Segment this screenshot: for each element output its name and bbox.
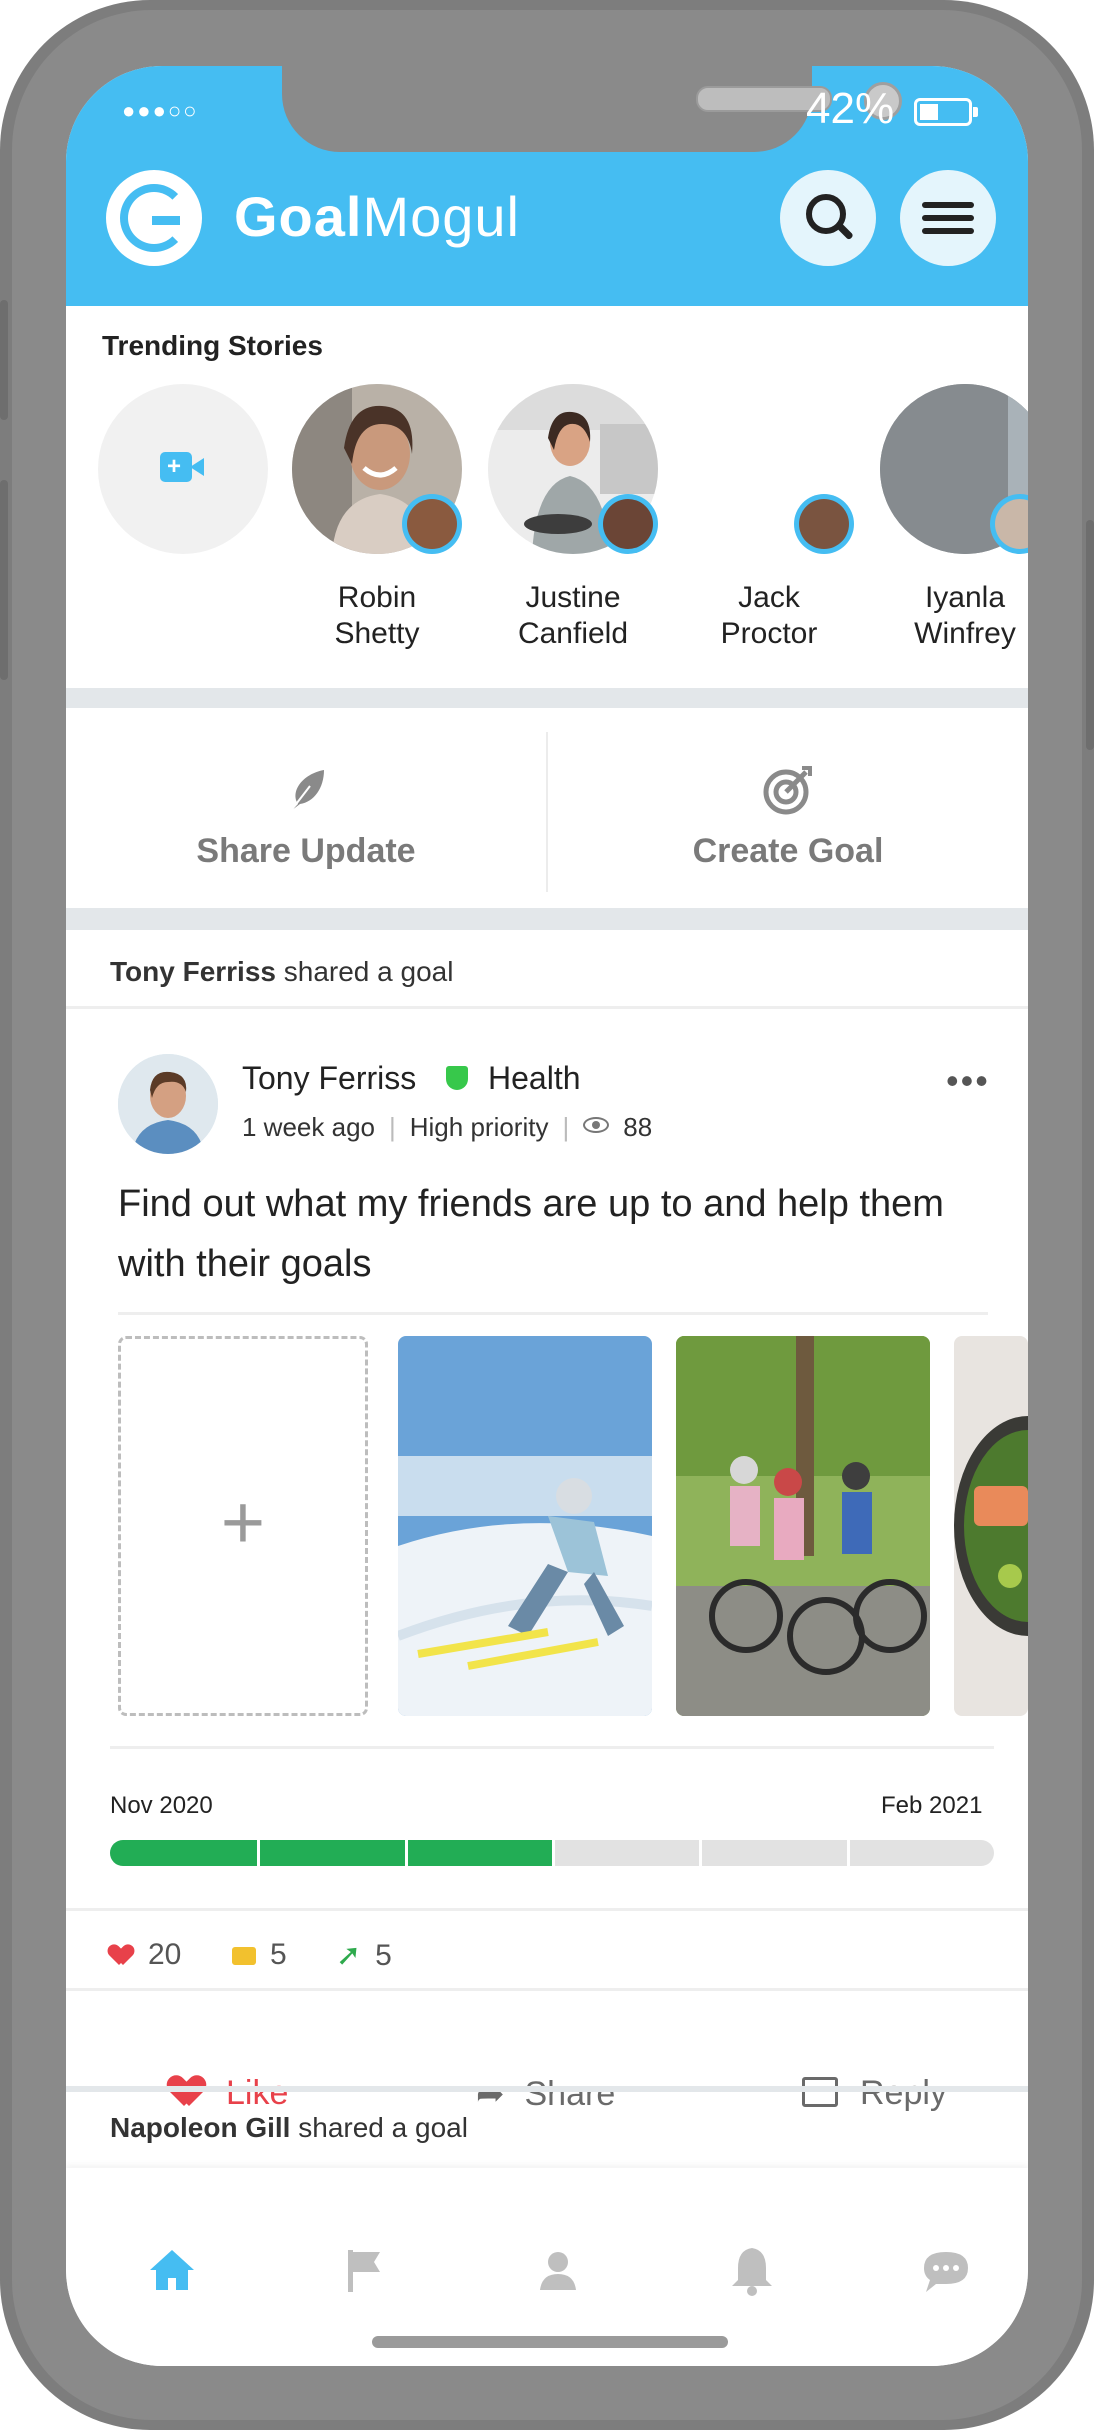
power-button [1086, 520, 1094, 750]
reply-button[interactable]: Reply [802, 2074, 947, 2113]
reply-icon [802, 2077, 838, 2107]
story-avatar-badge [402, 494, 462, 554]
progress-segment-divider [552, 1840, 555, 1866]
media-cycling-photo[interactable] [676, 1336, 930, 1716]
chat-icon[interactable] [916, 2240, 976, 2300]
progress-segment-divider [257, 1840, 261, 1866]
post-category: Health [488, 1060, 581, 1096]
share-update-button[interactable]: Share Update [66, 708, 546, 908]
battery-icon [914, 98, 978, 126]
view-count: 88 [623, 1112, 653, 1142]
home-indicator [372, 2336, 728, 2348]
add-media-button[interactable]: + [118, 1336, 368, 1716]
brand-name: GoalMogul [234, 185, 520, 248]
section-divider [66, 2086, 1028, 2092]
home-icon[interactable] [142, 2240, 202, 2300]
volume-button [0, 480, 8, 680]
goal-end-date: Feb 2021 [881, 1792, 983, 1819]
divider-line [66, 1006, 1028, 1009]
create-goal-button[interactable]: Create Goal [548, 708, 1028, 908]
feather-icon [289, 770, 324, 813]
progress-fill [110, 1840, 552, 1866]
goalmogul-logo-icon[interactable] [106, 170, 202, 266]
story-name: Iyanla Winfrey [914, 581, 1016, 650]
share-arrow-icon: ➚ [336, 1939, 362, 1972]
goal-progress-bar [110, 1840, 994, 1866]
story-avatar-badge [794, 494, 854, 554]
progress-segment-divider [846, 1840, 850, 1866]
goal-text[interactable]: Find out what my friends are up to and h… [118, 1174, 988, 1294]
section-divider [66, 688, 1028, 708]
signal-indicator: ●●●○○ [122, 98, 199, 123]
comment-count[interactable]: 5 [232, 1938, 287, 1972]
media-ski-photo[interactable] [398, 1336, 652, 1716]
bell-icon[interactable] [722, 2240, 782, 2300]
share-count[interactable]: ➚ 5 [336, 1938, 392, 1973]
like-button[interactable]: Like [170, 2074, 288, 2113]
post-priority: High priority [409, 1112, 549, 1142]
post-composer: Share Update Create Goal [66, 708, 1028, 908]
feed-item-header[interactable]: Napoleon Gill shared a goal [110, 2112, 468, 2144]
mute-switch [0, 300, 8, 420]
section-divider [66, 908, 1028, 930]
share-button[interactable]: ➦ Share [476, 2074, 615, 2114]
menu-icon [922, 202, 974, 208]
phone-frame: ●●●○○ 42% GoalMogul Trending Stories + R… [0, 0, 1094, 2430]
share-icon: ➦ [476, 2075, 505, 2113]
feed-item-header[interactable]: Tony Ferriss shared a goal [110, 956, 453, 988]
divider-line [118, 1312, 988, 1315]
heart-icon [110, 1945, 132, 1965]
video-add-icon: + [160, 452, 204, 482]
comment-icon [232, 1947, 256, 1965]
divider-line [66, 1908, 1028, 1911]
plus-icon: + [220, 1480, 266, 1565]
trending-stories-title: Trending Stories [102, 330, 323, 361]
battery-percentage: 42% [806, 84, 895, 133]
shield-icon [446, 1066, 468, 1090]
story-avatar-badge [598, 494, 658, 554]
post-author[interactable]: Tony Ferriss [242, 1060, 416, 1097]
flag-icon[interactable] [334, 2240, 394, 2300]
profile-icon[interactable] [528, 2240, 588, 2300]
eye-icon [583, 1117, 610, 1133]
post-meta: 1 week ago | High priority | 88 [242, 1112, 653, 1142]
story-name: Robin Shetty [334, 581, 420, 650]
media-food-photo[interactable] [954, 1336, 1028, 1716]
like-count[interactable]: 20 [110, 1938, 181, 1972]
progress-segment-divider [699, 1840, 703, 1866]
post-time: 1 week ago [242, 1112, 375, 1142]
avatar[interactable] [118, 1054, 218, 1154]
divider-line [110, 1746, 994, 1749]
menu-button[interactable] [900, 170, 996, 266]
search-button[interactable] [780, 170, 876, 266]
more-options-icon[interactable]: ••• [946, 1060, 990, 1102]
target-icon [763, 766, 812, 815]
story-name: Justine Canfield [517, 581, 629, 650]
progress-segment-divider [404, 1840, 408, 1866]
app-header: ●●●○○ 42% GoalMogul [66, 66, 1028, 306]
app-screen: ●●●○○ 42% GoalMogul Trending Stories + R… [66, 66, 1028, 2366]
goal-start-date: Nov 2020 [110, 1792, 213, 1819]
phone-notch [282, 66, 902, 152]
story-name: Jack Proctor [720, 581, 818, 650]
divider-line [66, 1988, 1028, 1991]
